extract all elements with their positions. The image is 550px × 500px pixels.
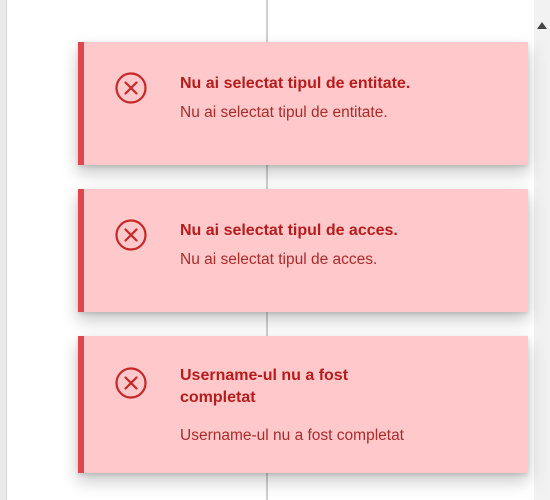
error-x-circle-icon (114, 71, 148, 105)
error-x-circle-icon (114, 366, 148, 400)
scroll-up-arrow-icon[interactable] (537, 22, 547, 29)
toast-message: Nu ai selectat tipul de entitate. (180, 104, 388, 121)
toast-title: Username-ul nu a fost completat (180, 367, 349, 406)
error-toast[interactable]: Nu ai selectat tipul de acces. Nu ai sel… (78, 189, 528, 312)
left-panel-edge (0, 0, 7, 500)
notification-stack: Nu ai selectat tipul de entitate. Nu ai … (78, 42, 528, 497)
toast-title: Nu ai selectat tipul de acces. (180, 222, 398, 239)
error-toast[interactable]: Nu ai selectat tipul de entitate. Nu ai … (78, 42, 528, 165)
scrollbar-track[interactable] (536, 40, 548, 495)
page: Nu ai selectat tipul de entitate. Nu ai … (0, 0, 550, 500)
scrollbar[interactable] (534, 0, 550, 500)
toast-message: Username-ul nu a fost completat (180, 427, 404, 444)
error-x-circle-icon (114, 218, 148, 252)
error-toast[interactable]: Username-ul nu a fost completat Username… (78, 336, 528, 473)
toast-title: Nu ai selectat tipul de entitate. (180, 75, 411, 92)
toast-message: Nu ai selectat tipul de acces. (180, 251, 378, 268)
